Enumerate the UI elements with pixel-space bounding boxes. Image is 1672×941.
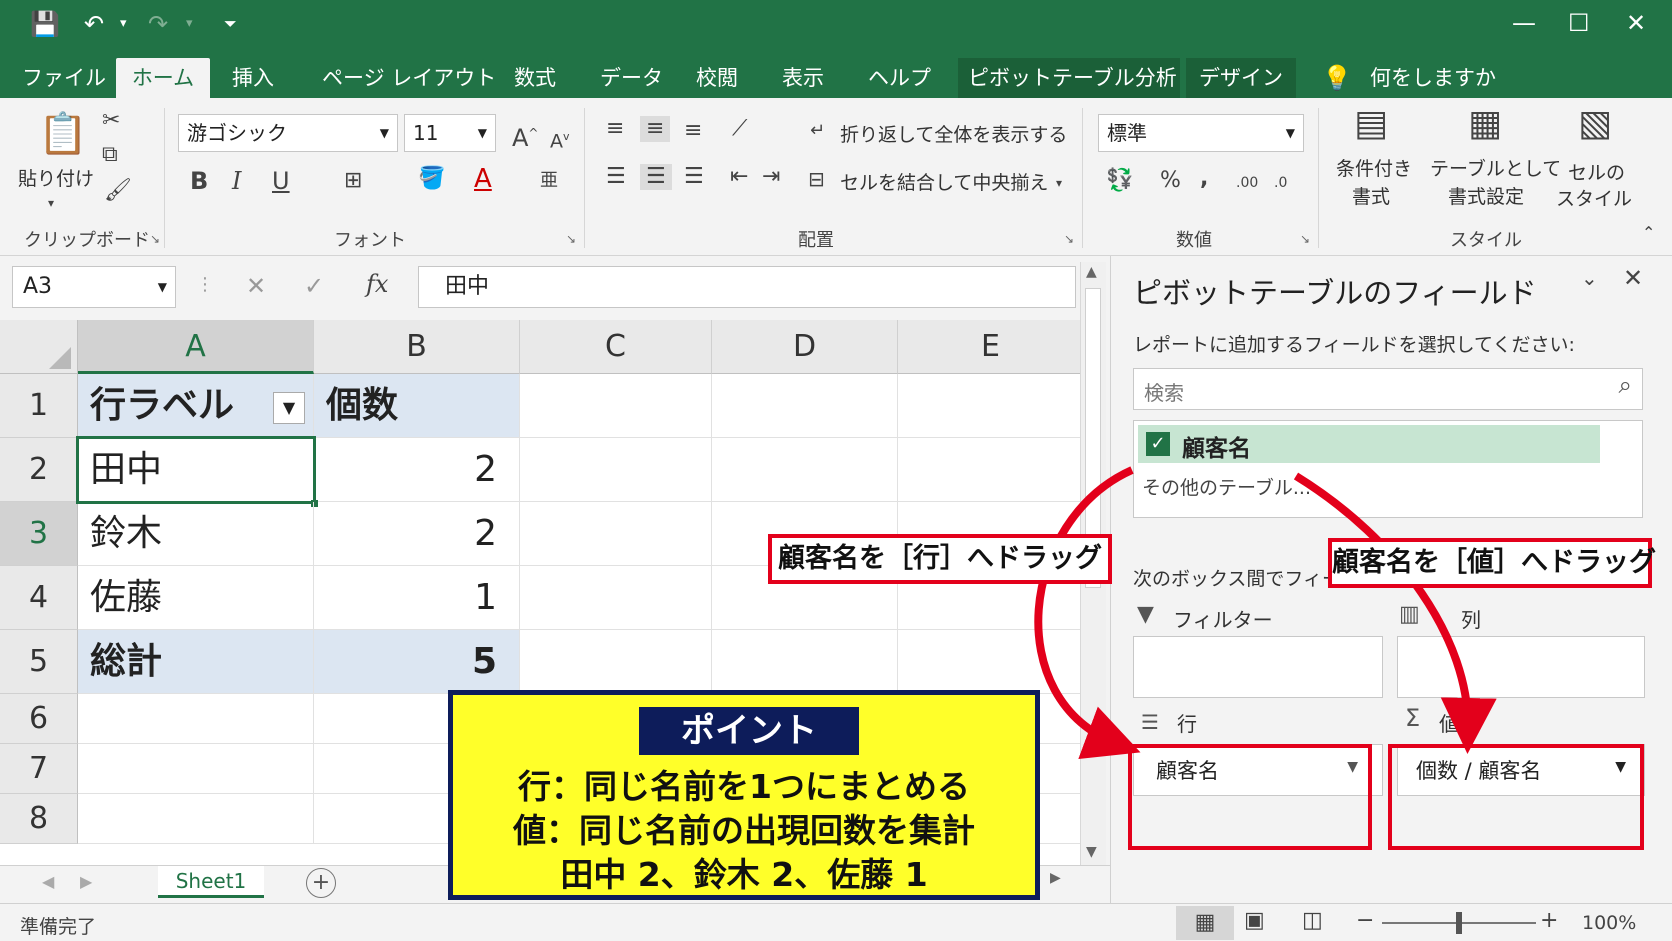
point-line-3: 田中 2、鈴木 2、佐藤 1 [560,855,928,894]
point-summary-box: ポイント 行：同じ名前を1つにまとめる 値：同じ名前の出現回数を集計 田中 2、… [448,690,1040,900]
rows-area-highlight [1128,744,1372,850]
values-area-highlight [1388,744,1644,850]
arrow-to-rows [1034,466,1141,759]
arrow-to-values [1293,472,1497,754]
excel-window: 💾 ↶ ▾ ↷ ▾ ⏷ — ☐ ✕ ファイル ホーム 挿入 ページ レイアウト … [0,0,1672,941]
callout-drag-to-rows: 顧客名を［行］へドラッグ [768,534,1112,584]
point-line-2: 値：同じ名前の出現回数を集計 [513,811,975,850]
point-title: ポイント [639,707,859,755]
point-line-1: 行：同じ名前を1つにまとめる [518,767,970,806]
callout-drag-to-values: 顧客名を［値］へドラッグ [1328,538,1656,588]
